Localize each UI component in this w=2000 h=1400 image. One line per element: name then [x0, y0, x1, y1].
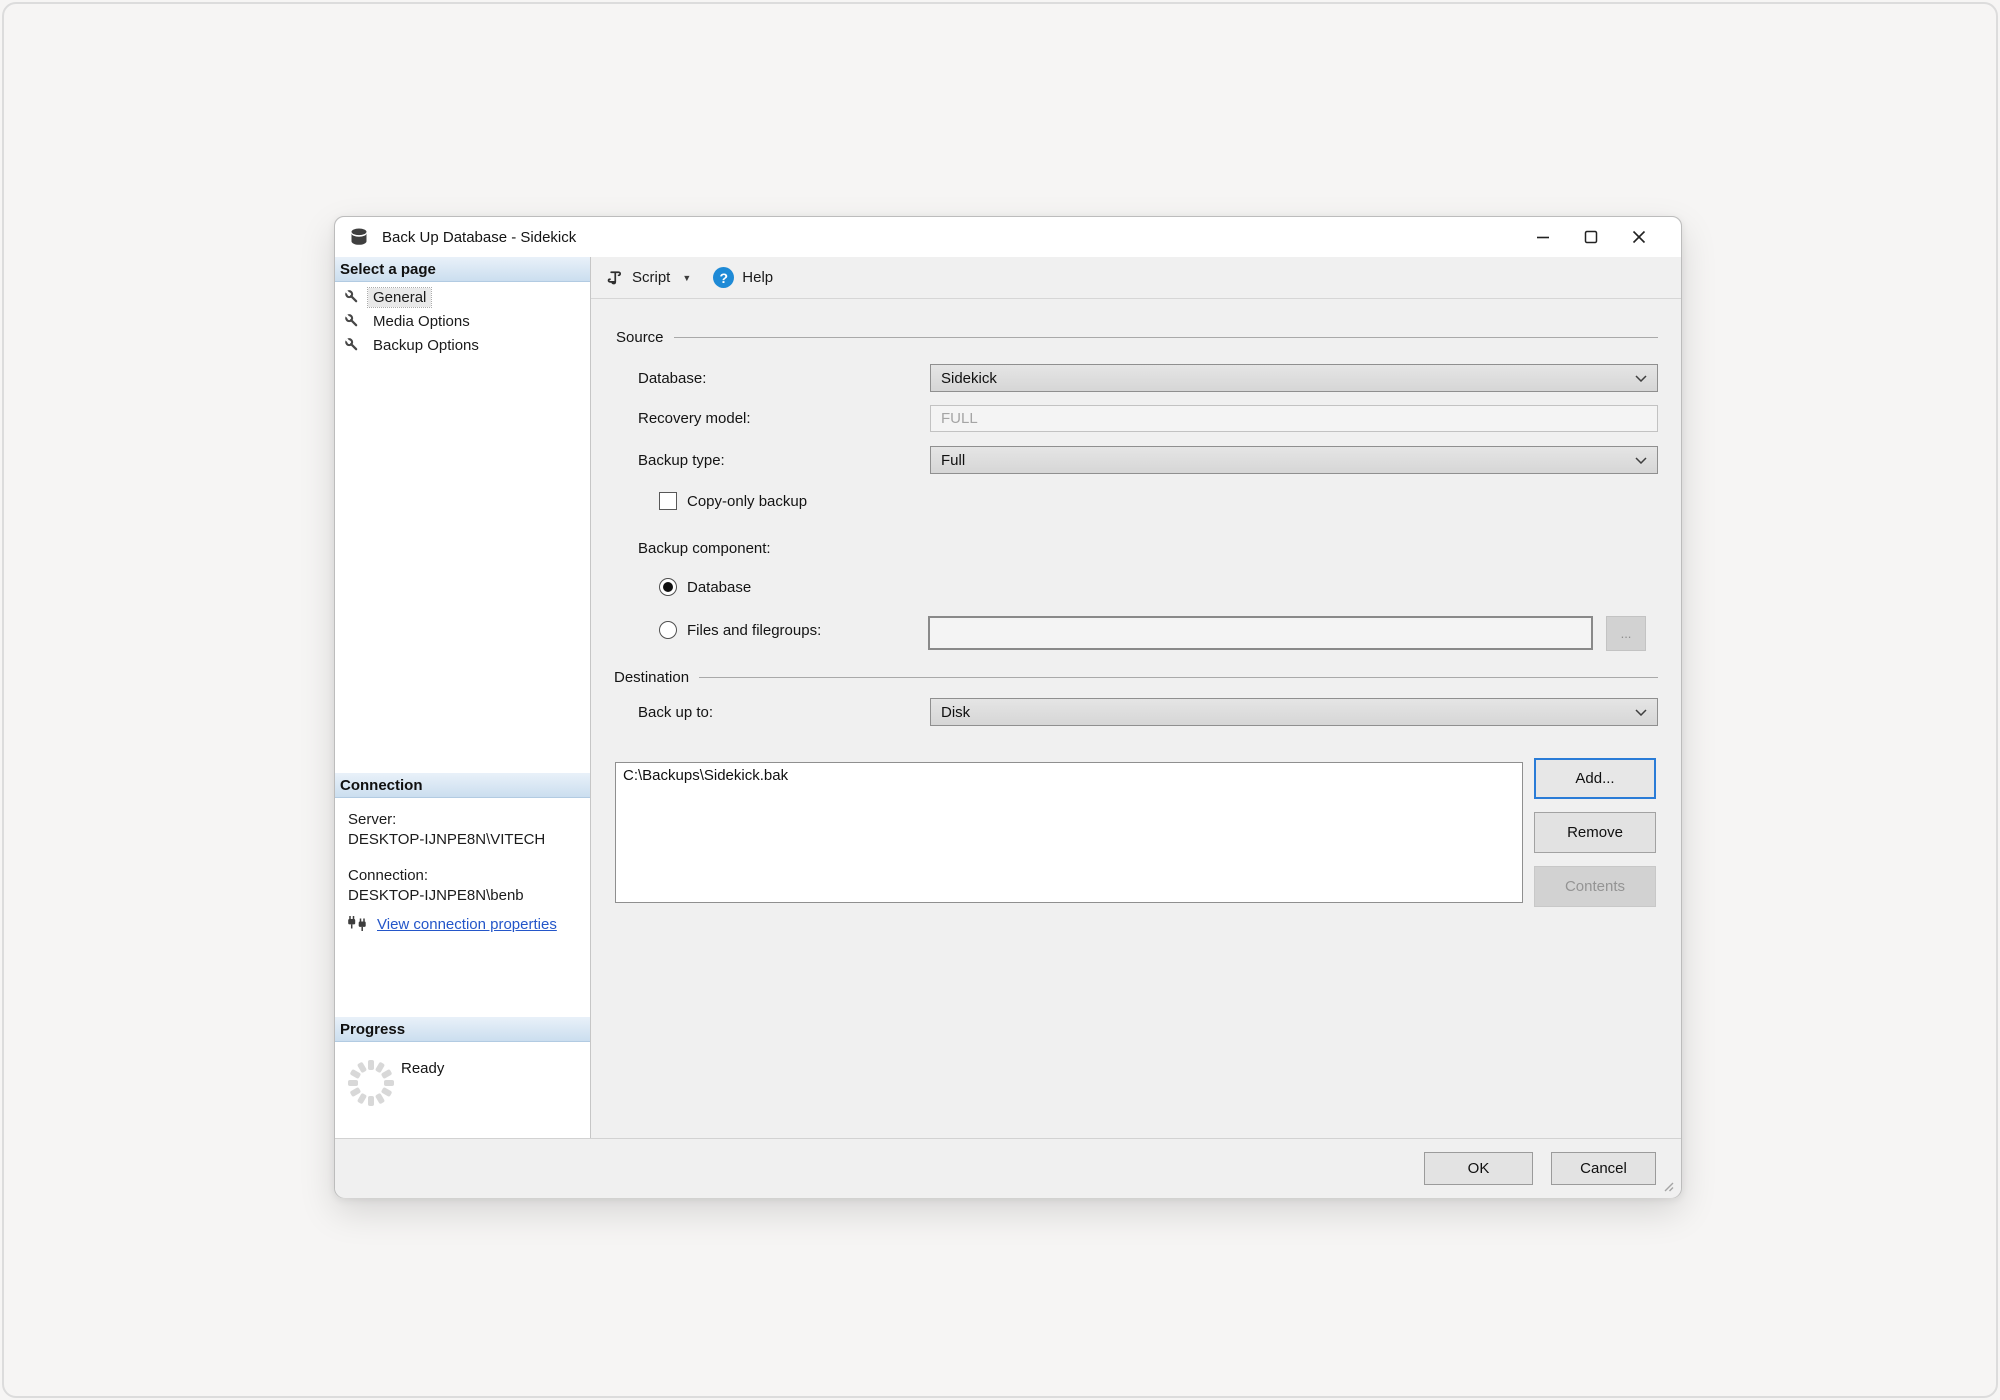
wrench-icon: [344, 289, 360, 305]
dialog-title: Back Up Database - Sidekick: [382, 229, 576, 246]
recovery-model-label: Recovery model:: [638, 410, 751, 427]
script-button[interactable]: Script ▼: [601, 262, 695, 294]
database-label: Database:: [638, 370, 706, 387]
files-filegroups-input[interactable]: [928, 616, 1593, 650]
backup-path-item[interactable]: C:\Backups\Sidekick.bak: [623, 766, 1515, 786]
component-files-label: Files and filegroups:: [687, 622, 821, 639]
wrench-icon: [344, 337, 360, 353]
cancel-button[interactable]: Cancel: [1551, 1152, 1656, 1185]
destination-section-header: Destination: [614, 669, 1658, 686]
close-icon: [1632, 230, 1646, 244]
desktop-background: Back Up Database - Sidekick Select a pag…: [0, 0, 2000, 1400]
source-section-header: Source: [616, 329, 1658, 346]
back-up-to-select[interactable]: Disk: [930, 698, 1658, 726]
view-connection-properties-row: View connection properties: [346, 915, 557, 933]
copy-only-backup-label: Copy-only backup: [687, 493, 807, 510]
sidebar-item-label: General: [368, 288, 431, 307]
connection-value: DESKTOP-IJNPE8N\benb: [348, 887, 524, 904]
sidebar: Select a page General Media Options: [335, 257, 591, 1138]
destination-section-label: Destination: [614, 669, 689, 686]
backup-component-label: Backup component:: [638, 540, 771, 557]
ok-button[interactable]: OK: [1424, 1152, 1533, 1185]
recovery-model-value: FULL: [941, 410, 978, 427]
sidebar-item-label: Backup Options: [368, 336, 484, 355]
add-button[interactable]: Add...: [1534, 758, 1656, 799]
database-select-value: Sidekick: [941, 370, 997, 387]
remove-button[interactable]: Remove: [1534, 812, 1656, 853]
title-bar[interactable]: Back Up Database - Sidekick: [335, 217, 1681, 257]
backup-paths-listbox[interactable]: C:\Backups\Sidekick.bak: [615, 762, 1523, 903]
contents-button: Contents: [1534, 866, 1656, 907]
close-button[interactable]: [1615, 217, 1663, 257]
copy-only-backup-checkbox[interactable]: [659, 492, 677, 510]
server-value: DESKTOP-IJNPE8N\VITECH: [348, 831, 545, 848]
spinner-icon: [345, 1057, 397, 1109]
maximize-button[interactable]: [1567, 217, 1615, 257]
component-database-label: Database: [687, 579, 751, 596]
source-section-label: Source: [616, 329, 664, 346]
component-database-radio[interactable]: [659, 578, 677, 596]
sidebar-item-backup-options[interactable]: Backup Options: [335, 333, 590, 357]
wrench-icon: [344, 313, 360, 329]
progress-header: Progress: [335, 1017, 590, 1042]
progress-status: Ready: [401, 1060, 444, 1077]
script-label: Script: [632, 269, 670, 286]
sidebar-item-media-options[interactable]: Media Options: [335, 309, 590, 333]
component-files-radio[interactable]: [659, 621, 677, 639]
section-divider: [674, 337, 1658, 338]
backup-database-dialog: Back Up Database - Sidekick Select a pag…: [334, 216, 1682, 1198]
resize-grip-icon[interactable]: [1662, 1180, 1674, 1192]
select-a-page-header: Select a page: [335, 257, 590, 282]
main-panel: Script ▼ ? Help Source Database:: [591, 257, 1681, 1138]
caret-down-icon[interactable]: ▼: [682, 273, 691, 283]
database-select[interactable]: Sidekick: [930, 364, 1658, 392]
backup-type-select-value: Full: [941, 452, 965, 469]
help-button[interactable]: ? Help: [695, 262, 777, 294]
help-circle-icon: ?: [713, 267, 734, 288]
recovery-model-field: FULL: [930, 405, 1658, 432]
connection-label: Connection:: [348, 867, 428, 884]
chevron-down-icon: [1635, 457, 1647, 464]
minimize-button[interactable]: [1519, 217, 1567, 257]
sidebar-item-general[interactable]: General: [335, 285, 590, 309]
back-up-to-select-value: Disk: [941, 704, 970, 721]
database-cylinder-icon: [348, 226, 370, 248]
dialog-body: Select a page General Media Options: [335, 257, 1681, 1138]
backup-type-label: Backup type:: [638, 452, 725, 469]
backup-type-select[interactable]: Full: [930, 446, 1658, 474]
browse-button[interactable]: ...: [1606, 616, 1646, 651]
sidebar-item-label: Media Options: [368, 312, 475, 331]
section-divider: [699, 677, 1658, 678]
plug-icon: [346, 915, 370, 933]
server-label: Server:: [348, 811, 396, 828]
minimize-icon: [1536, 230, 1550, 244]
back-up-to-label: Back up to:: [638, 704, 713, 721]
maximize-icon: [1584, 230, 1598, 244]
connection-header: Connection: [335, 773, 590, 798]
general-page-content: Source Database: Sidekick Recovery model…: [591, 299, 1681, 1138]
window-controls: [1519, 217, 1681, 257]
view-connection-properties-link[interactable]: View connection properties: [377, 916, 557, 933]
toolbar: Script ▼ ? Help: [591, 257, 1681, 299]
script-scroll-icon: [605, 268, 624, 287]
chevron-down-icon: [1635, 709, 1647, 716]
help-label: Help: [742, 269, 773, 286]
dialog-footer: OK Cancel: [335, 1138, 1681, 1198]
chevron-down-icon: [1635, 375, 1647, 382]
